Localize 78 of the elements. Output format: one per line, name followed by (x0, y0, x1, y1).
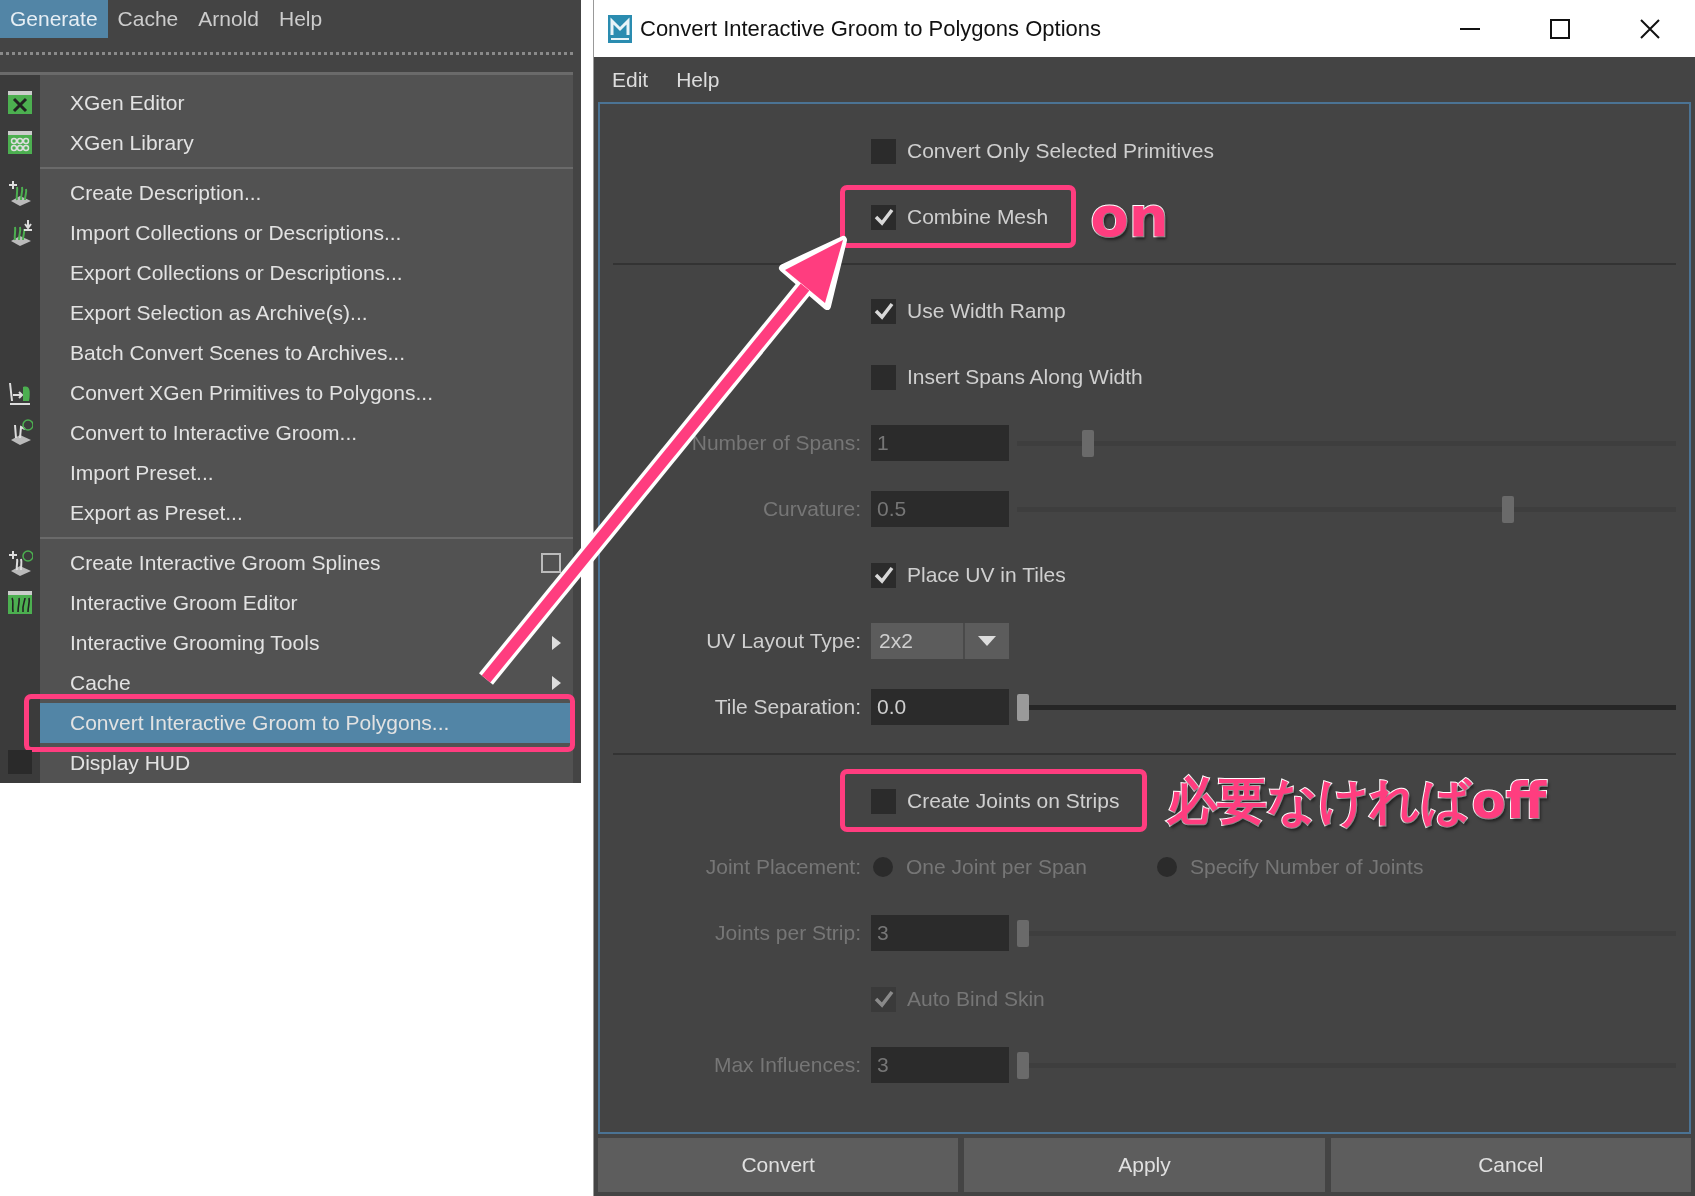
checkbox[interactable] (871, 298, 896, 324)
menu-bar-item[interactable]: Help (676, 63, 720, 96)
menu-item[interactable]: Batch Convert Scenes to Archives... (40, 333, 573, 373)
menu-item[interactable]: XGen Editor (40, 83, 573, 123)
checkbox-label: Combine Mesh (907, 204, 1049, 231)
checkbox-label: Create Joints on Strips (907, 788, 1120, 815)
menu-item-label: Convert XGen Primitives to Polygons... (70, 380, 433, 407)
menu-item[interactable]: Create Description... (40, 173, 573, 213)
checkbox-label: Place UV in Tiles (907, 562, 1066, 589)
menu-item[interactable]: Cache (40, 663, 573, 703)
number-field[interactable]: 0.0 (871, 689, 1009, 725)
menu-item[interactable]: Create Interactive Groom Splines (40, 543, 573, 583)
menu-item[interactable]: Export Selection as Archive(s)... (40, 293, 573, 333)
menu-item[interactable]: Convert Interactive Groom to Polygons... (40, 703, 573, 743)
checkbox[interactable] (871, 204, 896, 230)
menu-bar-item[interactable]: Generate (0, 0, 108, 38)
menu-item[interactable]: XGen Library (40, 123, 573, 163)
menu-item[interactable]: Interactive Grooming Tools (40, 623, 573, 663)
menu-item-label: Convert to Interactive Groom... (70, 420, 358, 447)
menu-item-label: Import Collections or Descriptions... (70, 220, 402, 247)
menu-item-label: XGen Editor (70, 90, 185, 117)
menu-item-label: Interactive Groom Editor (70, 590, 298, 617)
square-icon (7, 749, 33, 777)
menu-item[interactable]: Export Collections or Descriptions... (40, 253, 573, 293)
annotation-text: 必要なければoff (1167, 776, 1547, 826)
menu-item[interactable]: Export as Preset... (40, 493, 573, 533)
menu-item-label: Display HUD (70, 750, 191, 777)
checkbox[interactable] (871, 562, 896, 588)
checkbox-label: Insert Spans Along Width (907, 364, 1143, 391)
menu-item[interactable]: Display HUD (40, 743, 573, 783)
menu-item-label: Interactive Grooming Tools (70, 630, 320, 657)
menu-item-label: XGen Library (70, 130, 194, 157)
checkbox-label: Use Width Ramp (907, 298, 1066, 325)
menu-item[interactable]: Interactive Groom Editor (40, 583, 573, 623)
slider-thumb[interactable] (1017, 693, 1029, 721)
checkmark-icon (873, 302, 894, 320)
menu-item[interactable]: Import Collections or Descriptions... (40, 213, 573, 253)
menu-bar-item[interactable]: Cache (107, 0, 189, 38)
maximize-icon[interactable] (1548, 18, 1572, 39)
grass-window-icon (7, 589, 33, 617)
close-icon[interactable] (1638, 18, 1662, 39)
menu-item-label: Export Selection as Archive(s)... (70, 300, 368, 327)
menu-bar-item[interactable]: Arnold (188, 0, 269, 38)
window-title: Convert Interactive Groom to Polygons Options (640, 15, 1101, 43)
grass-plus-icon (7, 179, 33, 207)
menu-item[interactable]: Convert XGen Primitives to Polygons... (40, 373, 573, 413)
menu-item-label: Export as Preset... (70, 500, 243, 527)
dialog-button[interactable]: Apply (964, 1138, 1325, 1192)
menu-item-label: Create Description... (70, 180, 262, 207)
grid-window-icon (7, 129, 33, 157)
checkbox[interactable] (871, 788, 896, 814)
checkbox[interactable] (871, 138, 896, 164)
menu-item-label: Cache (70, 670, 131, 697)
menu-item-label: Batch Convert Scenes to Archives... (70, 340, 405, 367)
menu-item-label: Convert Interactive Groom to Polygons... (70, 710, 450, 737)
checkmark-icon (873, 990, 894, 1008)
caret-down-icon (978, 636, 996, 646)
menu-item-label: Create Interactive Groom Splines (70, 550, 381, 577)
option-box[interactable] (541, 553, 561, 573)
window-x-icon (7, 89, 33, 117)
annotation-text: on (1090, 189, 1169, 245)
menu-item-label: Import Preset... (70, 460, 214, 487)
checkbox-label: Convert Only Selected Primitives (907, 138, 1214, 165)
field-label: Tile Separation: (714, 695, 861, 719)
menu-item[interactable]: Import Preset... (40, 453, 573, 493)
dropdown[interactable]: 2x2 (871, 623, 1009, 659)
dialog-button[interactable]: Cancel (1330, 1138, 1691, 1192)
app-logo-icon (608, 14, 632, 43)
menu-bar-item[interactable]: Edit (612, 63, 649, 96)
checkbox[interactable] (871, 364, 896, 390)
menu-item-label: Export Collections or Descriptions... (70, 260, 403, 287)
checkmark-icon (873, 208, 894, 226)
menu-item[interactable]: Convert to Interactive Groom... (40, 413, 573, 453)
checkmark-icon (873, 566, 894, 584)
field-label: UV Layout Type: (706, 629, 861, 653)
grass-plus-badge-icon (7, 549, 33, 577)
menu-bar-item[interactable]: Help (268, 0, 333, 38)
dialog-button[interactable]: Convert (598, 1138, 959, 1192)
